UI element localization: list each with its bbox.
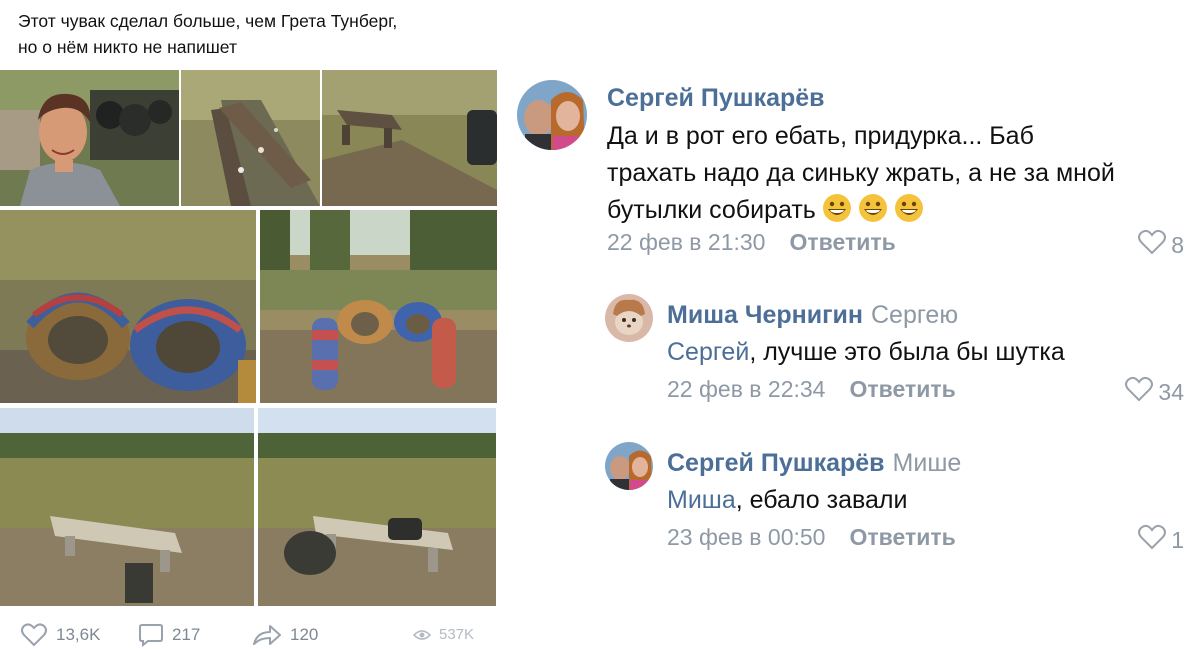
- reply-button[interactable]: Ответить: [789, 229, 895, 255]
- comment-author: Миша Чернигин Сергею: [667, 301, 958, 330]
- photo-tires-1[interactable]: [0, 210, 256, 403]
- photo-selfie[interactable]: [0, 70, 179, 206]
- reply-button[interactable]: Ответить: [849, 376, 955, 402]
- avatar[interactable]: [517, 80, 587, 150]
- eye-icon: [413, 629, 431, 641]
- comment-like-count: 8: [1171, 231, 1184, 258]
- like-count: 13,6K: [56, 625, 101, 644]
- comment-date[interactable]: 22 фев в 22:34: [667, 376, 825, 402]
- comment-like-button[interactable]: 8: [1137, 229, 1184, 261]
- share-count: 120: [290, 625, 319, 644]
- photo-tires-2[interactable]: [260, 210, 497, 403]
- post-footer: 13,6K 217 120 537K: [20, 620, 490, 648]
- comment-text-line-last: бутылки собирать: [607, 192, 1115, 229]
- comment-meta: 22 фев в 21:30 Ответить: [607, 229, 896, 256]
- photo-field-bench-2[interactable]: [258, 408, 496, 606]
- grinning-face-emoji: [858, 193, 888, 223]
- comment-meta: 23 фев в 00:50 Ответить: [667, 524, 956, 551]
- post-card: Этот чувак сделал больше, чем Грета Тунб…: [0, 0, 510, 649]
- views-counter: 537K: [413, 626, 474, 643]
- comment-text-line: Да и в рот его ебать, придурка... Баб: [607, 122, 1034, 150]
- comment-like-count: 1: [1171, 526, 1184, 553]
- comment-text-segment: бутылки собирать: [607, 196, 816, 224]
- comment-text: Да и в рот его ебать, придурка... Баб тр…: [607, 118, 1115, 229]
- mention-link[interactable]: Миша: [667, 486, 736, 514]
- heart-icon: [20, 623, 48, 647]
- post-text: Этот чувак сделал больше, чем Грета Тунб…: [18, 8, 488, 60]
- comment-like-button[interactable]: 1: [1137, 524, 1184, 556]
- comment-button[interactable]: 217: [138, 623, 200, 647]
- comment-count: 217: [172, 625, 201, 644]
- comment-like-button[interactable]: 34: [1124, 376, 1184, 408]
- comment-author[interactable]: Сергей Пушкарёв: [607, 84, 825, 113]
- post-text-line: но о нём никто не напишет: [18, 37, 237, 57]
- like-button[interactable]: 13,6K: [20, 623, 100, 647]
- heart-icon: [1124, 376, 1154, 408]
- share-button[interactable]: 120: [252, 623, 318, 647]
- grinning-face-emoji: [894, 193, 924, 223]
- comments-panel: Сергей Пушкарёв Да и в рот его ебать, пр…: [510, 0, 1200, 649]
- author-link[interactable]: Сергей Пушкарёв: [607, 84, 825, 112]
- comment-author: Сергей Пушкарёв Мише: [667, 449, 961, 478]
- comment-text-line: трахать надо да синьку жрать, а не за мн…: [607, 159, 1115, 187]
- grinning-face-emoji: [822, 193, 852, 223]
- comment-like-count: 34: [1158, 378, 1184, 405]
- views-count: 537K: [439, 626, 475, 643]
- heart-icon: [1137, 229, 1167, 261]
- heart-icon: [1137, 524, 1167, 556]
- mention-link[interactable]: Сергей: [667, 338, 749, 366]
- comment-date[interactable]: 23 фев в 00:50: [667, 524, 825, 550]
- comment-text-segment: , лучше это была бы шутка: [749, 338, 1065, 366]
- author-link[interactable]: Сергей Пушкарёв: [667, 449, 885, 477]
- photo-field-bench-1[interactable]: [0, 408, 254, 606]
- comment-text: Сергей, лучше это была бы шутка: [667, 334, 1065, 371]
- post-text-line: Этот чувак сделал больше, чем Грета Тунб…: [18, 11, 398, 31]
- author-link[interactable]: Миша Чернигин: [667, 301, 863, 329]
- comment-date[interactable]: 22 фев в 21:30: [607, 229, 765, 255]
- photo-bench-trash[interactable]: [181, 70, 320, 206]
- share-arrow-icon: [252, 623, 282, 647]
- avatar[interactable]: [605, 442, 653, 490]
- comment-icon: [138, 623, 164, 647]
- comment-text: Миша, ебало завали: [667, 482, 907, 519]
- reply-to-label[interactable]: Мише: [893, 449, 962, 477]
- photo-bench-bag[interactable]: [322, 70, 497, 206]
- reply-to-label[interactable]: Сергею: [871, 301, 958, 329]
- comment-meta: 22 фев в 22:34 Ответить: [667, 376, 956, 403]
- avatar[interactable]: [605, 294, 653, 342]
- reply-button[interactable]: Ответить: [849, 524, 955, 550]
- comment-text-segment: , ебало завали: [735, 486, 908, 514]
